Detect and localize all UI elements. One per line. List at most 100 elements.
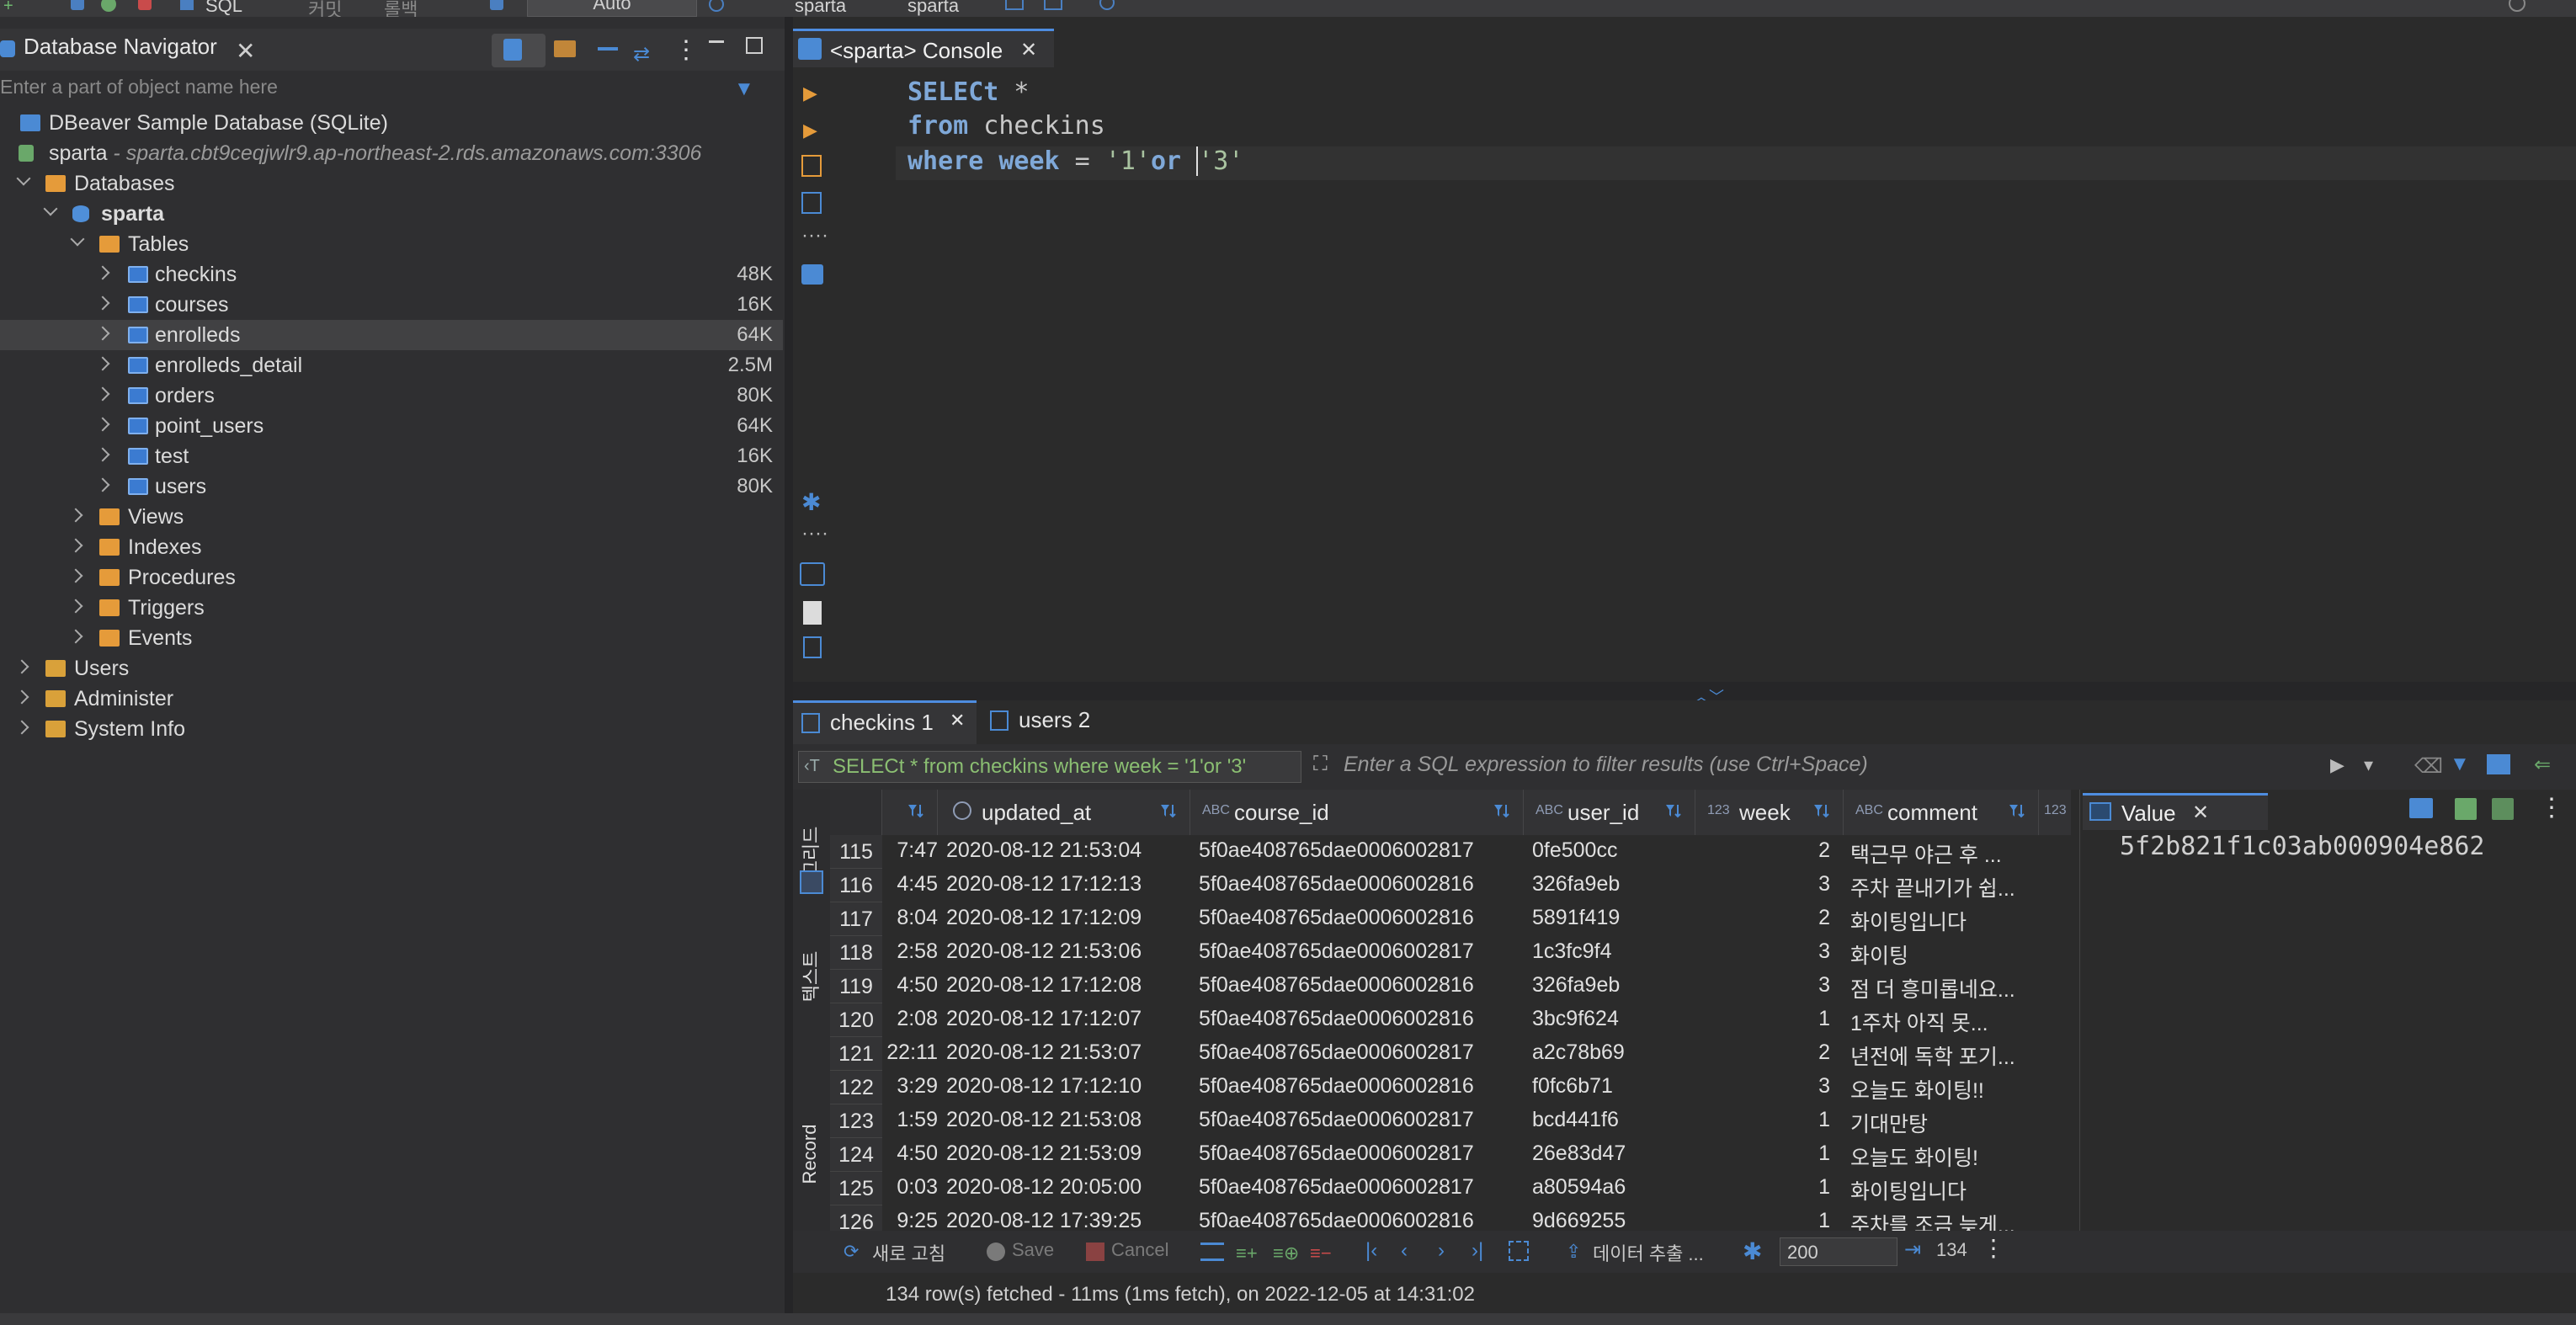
chevron-right-icon[interactable] <box>68 508 83 523</box>
cell-course-id[interactable]: 5f0ae408765dae0006002817 <box>1199 1141 1522 1166</box>
output-icon[interactable] <box>800 562 825 586</box>
cell-comment[interactable]: 택근무 야근 후 ... <box>1850 838 2039 869</box>
chevron-down-icon[interactable] <box>16 171 31 186</box>
next-page-icon[interactable]: › <box>1438 1239 1445 1263</box>
cell-week[interactable]: 3 <box>1704 973 1830 998</box>
cell-prev[interactable]: 9:25 <box>882 1209 938 1231</box>
chevron-right-icon[interactable] <box>14 689 29 705</box>
cell-user-id[interactable]: 26e83d47 <box>1532 1141 1692 1166</box>
cell-comment[interactable]: 년전에 독학 포기... <box>1850 1040 2039 1071</box>
cancel-button[interactable]: Cancel <box>1111 1239 1168 1261</box>
tree-item-table[interactable]: point_users 64K <box>0 411 783 441</box>
tree-item-triggers[interactable]: Triggers <box>0 593 783 623</box>
row-number[interactable]: 123 <box>830 1104 882 1138</box>
sort-filter-icon[interactable] <box>1493 801 1511 822</box>
connect-icon[interactable] <box>71 0 84 10</box>
tree-item-table[interactable]: users 80K <box>0 471 783 502</box>
cell-week[interactable]: 1 <box>1704 1108 1830 1132</box>
search-icon[interactable] <box>1099 0 1115 10</box>
column-header-week[interactable]: 123 week <box>1695 790 1844 835</box>
more-icon[interactable]: ···· <box>801 522 828 545</box>
chevron-right-icon[interactable] <box>68 568 83 583</box>
tree-item-table[interactable]: enrolleds_detail 2.5M <box>0 350 783 380</box>
more-icon[interactable]: ···· <box>801 224 828 247</box>
cell-user-id[interactable]: 9d669255 <box>1532 1209 1692 1231</box>
column-header-truncated[interactable]: 123 <box>2039 790 2071 835</box>
tab-users-2[interactable]: users 2 <box>983 700 1126 744</box>
sort-filter-icon[interactable] <box>2008 801 2026 822</box>
navigator-link-button[interactable] <box>492 34 546 67</box>
cell-comment[interactable]: 화이팅 <box>1850 939 2039 970</box>
cell-updated-at[interactable]: 2020-08-12 20:05:00 <box>946 1175 1187 1200</box>
cell-prev[interactable]: 2:08 <box>882 1007 938 1031</box>
cell-user-id[interactable]: f0fc6b71 <box>1532 1074 1692 1099</box>
query-text-chip[interactable]: ‹T SELECt * from checkins where week = '… <box>798 751 1301 783</box>
cell-comment[interactable]: 기대만탕 <box>1850 1108 2039 1138</box>
chevron-right-icon[interactable] <box>95 356 110 371</box>
cell-comment[interactable]: 오늘도 화이팅!! <box>1850 1074 2039 1104</box>
cell-week[interactable]: 1 <box>1704 1141 1830 1166</box>
tree-item-indexes[interactable]: Indexes <box>0 532 783 562</box>
text-view-toggle[interactable]: 텍스트 <box>798 924 823 1034</box>
cell-comment[interactable]: 오늘도 화이팅! <box>1850 1141 2039 1172</box>
tab-checkins-1[interactable]: checkins 1 ✕ <box>793 700 977 744</box>
chevron-right-icon[interactable] <box>14 659 29 674</box>
vertical-splitter[interactable] <box>785 17 793 1325</box>
results-filter-input[interactable]: Enter a SQL expression to filter results… <box>1344 753 1868 777</box>
execute-statement-icon[interactable]: ▶ <box>803 82 817 104</box>
cell-updated-at[interactable]: 2020-08-12 21:53:09 <box>946 1141 1187 1166</box>
cell-user-id[interactable]: 3bc9f624 <box>1532 1007 1692 1031</box>
save-value-icon[interactable] <box>2455 798 2477 820</box>
cell-prev[interactable]: 7:47 <box>882 838 938 863</box>
menu-icon[interactable]: ⋮ <box>673 35 699 65</box>
cell-prev[interactable]: 1:59 <box>882 1108 938 1132</box>
refresh-icon[interactable]: ⟳ <box>844 1241 859 1263</box>
cell-course-id[interactable]: 5f0ae408765dae0006002817 <box>1199 1040 1522 1065</box>
results-grid[interactable]: updated_at ABC course_id ABC user_id 123… <box>830 790 2071 1231</box>
chevron-right-icon[interactable] <box>95 265 110 280</box>
tree-item-sparta-connection[interactable]: sparta - sparta.cbt9ceqjwlr9.ap-northeas… <box>0 138 783 168</box>
save-to-file-icon[interactable] <box>2492 798 2514 820</box>
tree-item-table[interactable]: checkins 48K <box>0 259 783 290</box>
cell-comment[interactable]: 화이팅입니다 <box>1850 906 2039 936</box>
content-viewer-icon[interactable] <box>2409 798 2433 818</box>
cell-user-id[interactable]: 326fa9eb <box>1532 872 1692 897</box>
tree-item-users[interactable]: Users <box>0 653 783 684</box>
menu-icon[interactable]: ⋮ <box>1982 1234 2005 1262</box>
tree-item-schema-sparta[interactable]: sparta <box>0 199 783 229</box>
copy-row-icon[interactable]: ≡⊕ <box>1273 1243 1299 1264</box>
tree-item-procedures[interactable]: Procedures <box>0 562 783 593</box>
lock-icon[interactable] <box>490 0 503 10</box>
cell-prev[interactable]: 4:50 <box>882 973 938 998</box>
chevron-down-icon[interactable] <box>43 201 58 216</box>
cell-week[interactable]: 3 <box>1704 939 1830 964</box>
cell-course-id[interactable]: 5f0ae408765dae0006002816 <box>1199 1074 1522 1099</box>
load-script-icon[interactable] <box>801 192 822 214</box>
column-header-updated-at[interactable]: updated_at <box>938 790 1190 835</box>
settings-gear-icon[interactable]: ✱ <box>801 488 821 516</box>
export-data-button[interactable]: 데이터 추출 ... <box>1593 1239 1704 1266</box>
cell-course-id[interactable]: 5f0ae408765dae0006002817 <box>1199 939 1522 964</box>
chevron-right-icon[interactable] <box>95 295 110 311</box>
row-number[interactable]: 118 <box>830 936 882 970</box>
back-icon[interactable]: ⇐ <box>2534 753 2551 777</box>
row-number[interactable]: 124 <box>830 1138 882 1172</box>
cell-week[interactable]: 1 <box>1704 1007 1830 1031</box>
record-view-toggle[interactable]: Record <box>798 1101 823 1219</box>
tree-item-events[interactable]: Events <box>0 623 783 653</box>
menu-icon[interactable]: ⋮ <box>2539 793 2564 822</box>
cell-prev[interactable]: 0:03 <box>882 1175 938 1200</box>
chevron-right-icon[interactable] <box>14 720 29 735</box>
tree-item-tables[interactable]: Tables <box>0 229 783 259</box>
row-number[interactable]: 117 <box>830 902 882 936</box>
tree-item-administer[interactable]: Administer <box>0 684 783 714</box>
new-connection-icon[interactable]: + <box>3 0 19 15</box>
tree-item-views[interactable]: Views <box>0 502 783 532</box>
cell-course-id[interactable]: 5f0ae408765dae0006002816 <box>1199 1007 1522 1031</box>
cell-week[interactable]: 2 <box>1704 1040 1830 1065</box>
edit-row-icon[interactable] <box>1200 1243 1224 1261</box>
cell-prev[interactable]: 3:29 <box>882 1074 938 1099</box>
horizontal-splitter[interactable]: ︿﹀ <box>793 682 2576 705</box>
sort-filter-icon[interactable] <box>1159 801 1178 822</box>
row-number[interactable]: 126 <box>830 1205 882 1231</box>
